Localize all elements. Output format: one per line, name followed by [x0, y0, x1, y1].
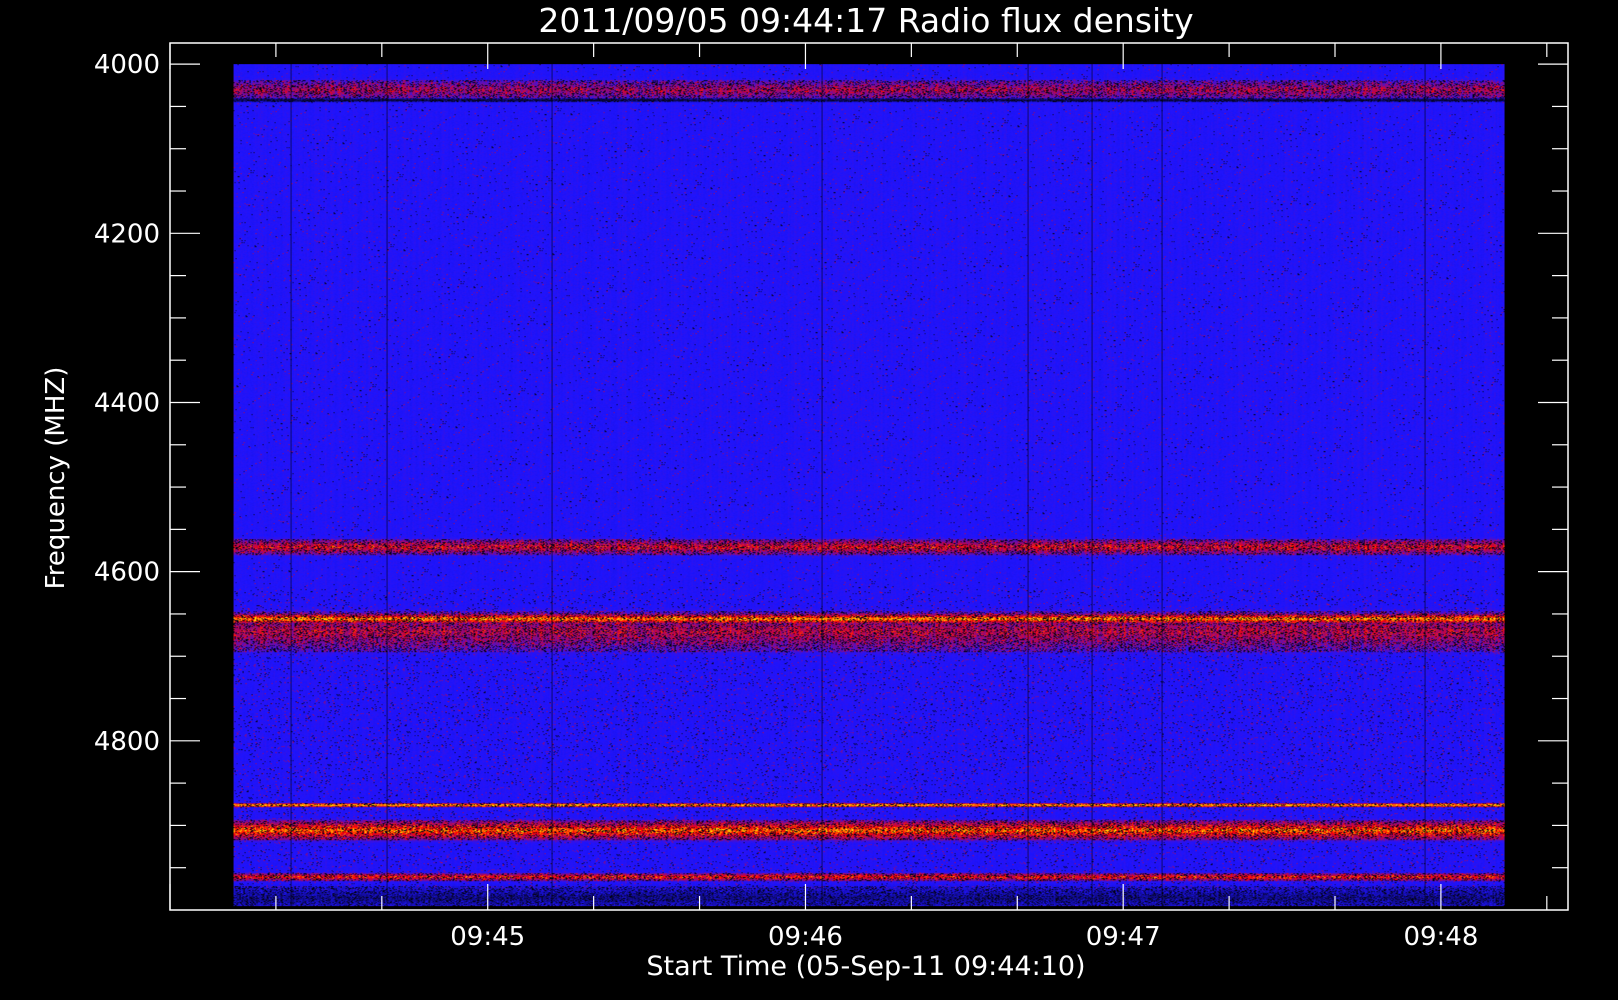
x-tick-label: 09:48 — [1403, 922, 1478, 952]
y-tick-label: 4400 — [94, 388, 160, 418]
y-tick-label: 4600 — [94, 558, 160, 588]
heatmap-area — [233, 64, 1505, 907]
chart: 2011/09/05 09:44:17 Radio flux density 0… — [0, 0, 1618, 1000]
x-tick-label: 09:45 — [450, 922, 525, 952]
y-axis-label: Frequency (MHZ) — [41, 367, 71, 590]
y-tick-label: 4800 — [94, 727, 160, 757]
y-tick-label: 4000 — [94, 50, 160, 80]
y-tick-label: 4200 — [94, 219, 160, 249]
x-tick-label: 09:47 — [1086, 922, 1161, 952]
x-axis-label: Start Time (05-Sep-11 09:44:10) — [646, 951, 1085, 982]
x-tick-label: 09:46 — [768, 922, 843, 952]
heatmap-image — [233, 64, 1505, 907]
chart-title: 2011/09/05 09:44:17 Radio flux density — [538, 1, 1193, 40]
